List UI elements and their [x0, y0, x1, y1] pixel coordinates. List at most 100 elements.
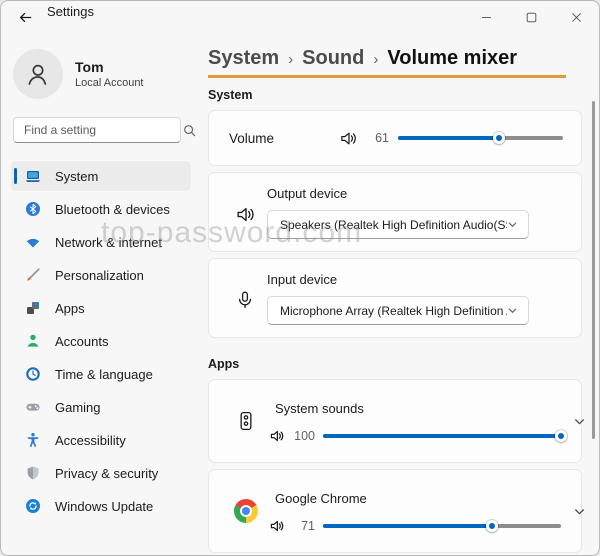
sidebar-item-label: Windows Update: [55, 499, 153, 514]
search-icon: [183, 124, 196, 137]
app-volume-value: 71: [293, 519, 315, 533]
slider-thumb[interactable]: [555, 430, 567, 442]
expand-system-sounds-button[interactable]: [567, 404, 592, 438]
sidebar-item-personalization[interactable]: Personalization: [11, 260, 191, 290]
app-volume-value: 100: [293, 429, 315, 443]
output-device-value: Speakers (Realtek High Definition Audio(…: [280, 218, 507, 232]
user-account-type: Local Account: [75, 76, 144, 90]
sidebar-item-privacy-security[interactable]: Privacy & security: [11, 458, 191, 488]
brush-icon: [25, 267, 41, 283]
sidebar-item-label: Accessibility: [55, 433, 126, 448]
gamepad-icon: [25, 399, 41, 415]
sidebar-item-label: Apps: [55, 301, 85, 316]
main-content: System › Sound › Volume mixer System Vol…: [201, 33, 599, 555]
slider-thumb[interactable]: [493, 132, 505, 144]
input-device-label: Input device: [267, 272, 529, 287]
search-input[interactable]: [14, 123, 183, 137]
maximize-button[interactable]: [509, 1, 554, 33]
volume-slider[interactable]: [398, 136, 563, 140]
chevron-down-icon: [573, 415, 586, 428]
breadcrumb-sound[interactable]: Sound: [302, 47, 364, 70]
expand-chrome-button[interactable]: [567, 494, 592, 528]
sidebar-item-windows-update[interactable]: Windows Update: [11, 491, 191, 521]
section-title-apps: Apps: [208, 357, 582, 371]
sidebar-item-label: System: [55, 169, 98, 184]
slider-fill: [398, 136, 499, 140]
update-icon: [25, 498, 41, 514]
sidebar-item-apps[interactable]: Apps: [11, 293, 191, 323]
speaker-icon: [269, 518, 285, 534]
volume-label: Volume: [229, 131, 274, 146]
back-arrow-icon: [18, 10, 33, 25]
slider-fill: [323, 434, 561, 438]
titlebar: Settings: [1, 1, 599, 33]
accessibility-person-icon: [25, 432, 41, 448]
system-icon: [25, 168, 41, 184]
search-box: [13, 117, 181, 143]
close-button[interactable]: [554, 1, 599, 33]
output-device-label: Output device: [267, 186, 529, 201]
section-title-system: System: [208, 88, 582, 102]
volume-value: 61: [367, 131, 389, 145]
chrome-logo-icon: [234, 499, 258, 523]
sidebar-item-accessibility[interactable]: Accessibility: [11, 425, 191, 455]
system-sounds-speaker-box-icon: [223, 410, 269, 432]
sidebar-item-label: Bluetooth & devices: [55, 202, 170, 217]
bluetooth-icon: [25, 201, 41, 217]
scrollbar[interactable]: [592, 101, 595, 439]
input-device-select[interactable]: Microphone Array (Realtek High Definitio…: [267, 296, 529, 325]
output-device-select[interactable]: Speakers (Realtek High Definition Audio(…: [267, 210, 529, 239]
speaker-icon: [269, 428, 285, 444]
sidebar-item-label: Gaming: [55, 400, 101, 415]
clock-icon: [25, 366, 41, 382]
sidebar-item-system[interactable]: System: [11, 161, 191, 191]
sidebar-item-label: Accounts: [55, 334, 108, 349]
input-device-value: Microphone Array (Realtek High Definitio…: [280, 304, 507, 318]
breadcrumb-separator: ›: [373, 49, 378, 68]
slider-fill: [323, 524, 492, 528]
window-controls: [464, 1, 599, 33]
sidebar-item-bluetooth-devices[interactable]: Bluetooth & devices: [11, 194, 191, 224]
breadcrumb-volume-mixer: Volume mixer: [387, 47, 517, 70]
chrome-volume-slider[interactable]: [323, 524, 561, 528]
breadcrumb-separator: ›: [288, 49, 293, 68]
sidebar-item-label: Privacy & security: [55, 466, 158, 481]
sidebar-item-time-language[interactable]: Time & language: [11, 359, 191, 389]
app-name: System sounds: [275, 401, 561, 416]
chevron-down-icon: [573, 505, 586, 518]
microphone-icon: [223, 272, 267, 337]
sidebar-item-network-internet[interactable]: Network & internet: [11, 227, 191, 257]
wifi-icon: [25, 234, 41, 250]
sidebar-item-accounts[interactable]: Accounts: [11, 326, 191, 356]
chevron-down-icon: [507, 305, 518, 316]
sidebar-item-label: Network & internet: [55, 235, 162, 250]
back-button[interactable]: [9, 3, 41, 31]
settings-window: Settings Tom Local Account: [0, 0, 600, 556]
volume-row-card: Volume 61: [208, 110, 582, 166]
output-device-card: Output device Speakers (Realtek High Def…: [208, 172, 582, 252]
app-name: Google Chrome: [275, 491, 561, 506]
breadcrumb: System › Sound › Volume mixer: [208, 47, 566, 78]
apps-icon: [25, 300, 41, 316]
google-chrome-card: Google Chrome 71: [208, 469, 582, 553]
speaker-icon: [223, 186, 267, 251]
sidebar-item-label: Time & language: [55, 367, 153, 382]
system-sounds-card: System sounds 100: [208, 379, 582, 463]
breadcrumb-system[interactable]: System: [208, 47, 279, 70]
chevron-down-icon: [507, 219, 518, 230]
speaker-icon: [339, 129, 358, 148]
sidebar-item-label: Personalization: [55, 268, 144, 283]
system-sounds-slider[interactable]: [323, 434, 561, 438]
user-account[interactable]: Tom Local Account: [13, 49, 191, 99]
window-title: Settings: [47, 4, 94, 19]
sidebar-nav: System Bluetooth & devices Network & int…: [11, 161, 191, 524]
avatar: [13, 49, 63, 99]
slider-thumb[interactable]: [486, 520, 498, 532]
input-device-card: Input device Microphone Array (Realtek H…: [208, 258, 582, 338]
shield-icon: [25, 465, 41, 481]
minimize-button[interactable]: [464, 1, 509, 33]
accounts-person-icon: [25, 333, 41, 349]
sidebar-item-gaming[interactable]: Gaming: [11, 392, 191, 422]
sidebar: Tom Local Account System Bluetooth & d: [1, 33, 201, 555]
user-name: Tom: [75, 59, 144, 76]
